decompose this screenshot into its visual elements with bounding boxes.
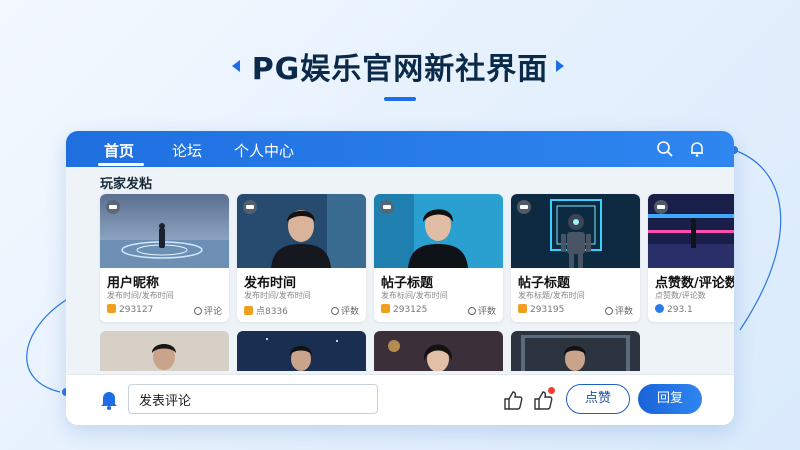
search-icon[interactable] bbox=[656, 140, 674, 158]
post-image bbox=[511, 194, 640, 268]
post-subtitle: 点赞数/评论数 bbox=[655, 291, 706, 300]
category-tag-icon bbox=[517, 200, 531, 214]
post-card[interactable]: 发布时间 发布时间/发布时间 点8336 评数 bbox=[237, 194, 366, 322]
arrow-left-icon bbox=[232, 60, 240, 72]
post-card[interactable]: 点赞数/评论数 点赞数/评论数 293.1 bbox=[648, 194, 734, 322]
post-title: 点赞数/评论数 bbox=[655, 276, 734, 291]
notification-dot bbox=[548, 387, 555, 394]
like-count: 293.1 bbox=[655, 304, 693, 315]
like-icon bbox=[244, 306, 253, 315]
post-title: 帖子标题 bbox=[518, 276, 571, 291]
post-image bbox=[237, 194, 366, 268]
post-subtitle: 发布时间/发布时间 bbox=[107, 291, 174, 300]
post-card[interactable] bbox=[100, 331, 229, 371]
location-icon bbox=[655, 304, 664, 313]
post-image bbox=[648, 194, 734, 268]
comment-icon bbox=[467, 307, 476, 315]
like-count: 293195 bbox=[518, 304, 564, 315]
post-card[interactable] bbox=[237, 331, 366, 371]
like-icon bbox=[518, 304, 527, 313]
title-underline bbox=[384, 97, 416, 101]
category-tag-icon bbox=[380, 200, 394, 214]
tab-home[interactable]: 首页 bbox=[104, 140, 134, 161]
section-title: 玩家发粘 bbox=[100, 177, 153, 192]
post-title: 用户昵称 bbox=[107, 276, 160, 291]
post-subtitle: 发布标题/发布时间 bbox=[518, 291, 585, 300]
comment-count: 评论 bbox=[193, 304, 222, 317]
tab-profile[interactable]: 个人中心 bbox=[234, 140, 294, 161]
like-count: 点8336 bbox=[244, 304, 288, 317]
arrow-right-icon bbox=[556, 60, 564, 72]
category-tag-icon bbox=[106, 200, 120, 214]
comment-count: 评数 bbox=[330, 304, 359, 317]
like-icon bbox=[107, 304, 116, 313]
comment-input[interactable] bbox=[128, 384, 378, 414]
hero-header: PG娱乐官网新社界面 bbox=[0, 44, 800, 88]
post-card[interactable]: 帖子标题 发布标间/发布时间 293125 评数 bbox=[374, 194, 503, 322]
hero-title: PG娱乐官网新社界面 bbox=[251, 52, 549, 87]
comment-bar: 点赞 回复 bbox=[66, 374, 734, 425]
like-icon bbox=[381, 304, 390, 313]
tab-forum[interactable]: 论坛 bbox=[172, 140, 202, 161]
reply-button[interactable]: 回复 bbox=[638, 384, 702, 414]
post-card[interactable]: 用户昵称 发布时间/发布时间 293127 评论 bbox=[100, 194, 229, 322]
category-tag-icon bbox=[654, 200, 668, 214]
comment-count: 评数 bbox=[467, 304, 496, 317]
active-tab-indicator bbox=[98, 163, 144, 166]
comment-count: 评数 bbox=[604, 304, 633, 317]
post-card[interactable] bbox=[374, 331, 503, 371]
post-image bbox=[374, 194, 503, 268]
like-button[interactable]: 点赞 bbox=[566, 384, 630, 414]
post-image bbox=[100, 194, 229, 268]
comment-icon bbox=[193, 307, 202, 315]
post-subtitle: 发布时间/发布时间 bbox=[244, 291, 311, 300]
comment-icon bbox=[330, 307, 339, 315]
post-title: 帖子标题 bbox=[381, 276, 434, 291]
category-tag-icon bbox=[243, 200, 257, 214]
comment-icon bbox=[604, 307, 613, 315]
post-subtitle: 发布标间/发布时间 bbox=[381, 291, 448, 300]
post-title: 发布时间 bbox=[244, 276, 297, 291]
like-count: 293125 bbox=[381, 304, 427, 315]
app-window: 首页 论坛 个人中心 玩家发粘 用户昵称 发布时间/发布时间 293127 评论… bbox=[66, 131, 734, 425]
like-count: 293127 bbox=[107, 304, 153, 315]
bell-icon[interactable] bbox=[100, 390, 118, 410]
post-card[interactable] bbox=[511, 331, 640, 371]
post-card[interactable]: 帖子标题 发布标题/发布时间 293195 评数 bbox=[511, 194, 640, 322]
thumbs-up-icon[interactable] bbox=[502, 389, 524, 411]
top-nav-bar: 首页 论坛 个人中心 bbox=[66, 131, 734, 167]
notification-bell-icon[interactable] bbox=[688, 140, 706, 158]
